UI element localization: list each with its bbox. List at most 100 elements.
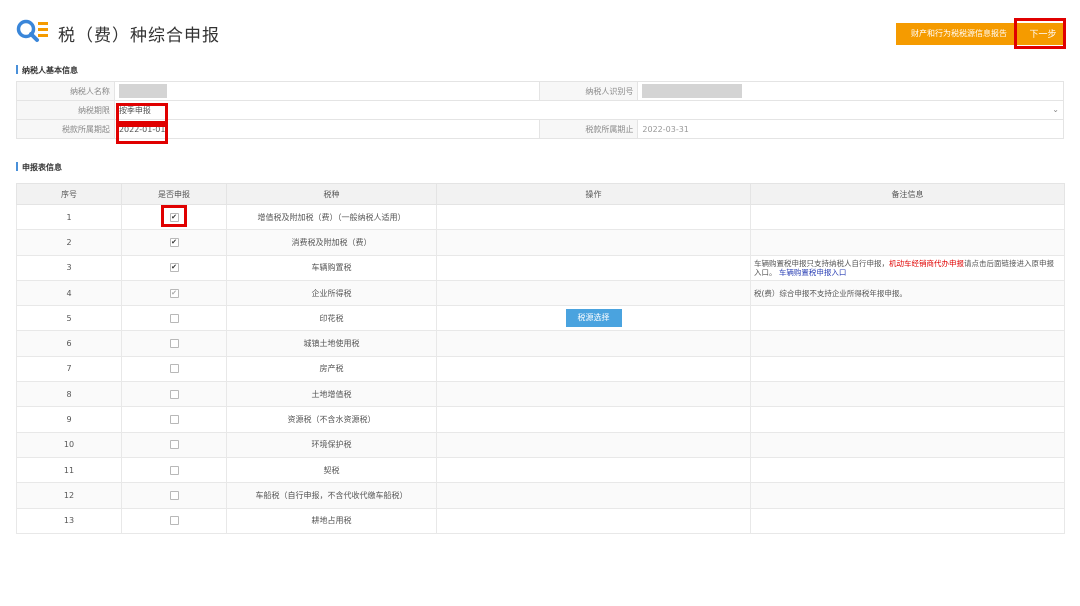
row-number: 9 xyxy=(16,406,122,433)
checkbox-icon[interactable]: ✔ xyxy=(169,212,179,222)
row-number: 10 xyxy=(16,431,122,458)
checkbox-icon[interactable]: ✔ xyxy=(169,288,179,298)
declaration-table: 序号 是否申报 税种 操作 备注信息 1 ✔ 增值税及附加税（费）（一般纳税人适用）… xyxy=(16,183,1065,534)
note-text: 车辆购置税申报只支持纳税人自行申报， xyxy=(754,258,889,268)
operation-cell xyxy=(436,406,751,433)
table-row: 7 房产税 xyxy=(16,355,1065,383)
taxpayer-name-label: 纳税人名称 xyxy=(16,81,115,101)
taxpayer-id-value xyxy=(637,81,1064,101)
tax-name: 印花税 xyxy=(226,305,437,332)
section-bar xyxy=(16,162,18,171)
column-header-note: 备注信息 xyxy=(750,183,1065,205)
table-row: 8 土地增值税 xyxy=(16,381,1065,408)
table-row: 3 ✔ 车辆购置税 车辆购置税申报只支持纳税人自行申报，机动车经销商代办申报请点击后面… xyxy=(16,254,1065,281)
table-row: 10 环境保护税 xyxy=(16,431,1065,458)
note-text: 税(费）综合申报不支持企业所得税年报申报。 xyxy=(754,288,907,298)
declare-checkbox-cell: ✔ xyxy=(121,254,227,281)
operation-cell xyxy=(436,381,751,408)
period-start-value[interactable]: 2022-01-01 xyxy=(113,119,541,139)
checkbox-icon[interactable] xyxy=(169,465,179,475)
row-number: 13 xyxy=(16,507,122,534)
declare-checkbox-cell xyxy=(121,381,227,408)
period-end-value: 2022-03-31 xyxy=(637,119,1064,139)
tax-name: 城镇土地使用税 xyxy=(226,330,437,357)
table-row: 5 印花税 税源选择 xyxy=(16,305,1065,332)
vehicle-tax-entry-link[interactable]: 车辆购置税申报入口 xyxy=(779,268,847,277)
checkbox-icon[interactable] xyxy=(169,415,179,425)
declare-checkbox-cell xyxy=(121,330,227,357)
note-cell xyxy=(750,482,1065,509)
row-number: 2 xyxy=(16,229,122,256)
period-start-label: 税款所属期起 xyxy=(16,119,115,139)
operation-cell xyxy=(436,203,751,231)
note-red-text: 机动车经销商代办申报 xyxy=(889,258,964,268)
declare-checkbox-cell: ✔ xyxy=(121,279,227,307)
declaration-table-body: 1 ✔ 增值税及附加税（费）（一般纳税人适用） 2 ✔ 消费税及附加税（费） 3 ✔ 车辆购置税… xyxy=(16,203,1065,534)
column-header-declare: 是否申报 xyxy=(121,183,227,205)
declaration-section-label: 申报表信息 xyxy=(22,163,62,172)
taxpayer-row-dates: 税款所属期起 2022-01-01 税款所属期止 2022-03-31 xyxy=(16,119,1064,139)
row-number: 4 xyxy=(16,279,122,307)
column-header-no: 序号 xyxy=(16,183,122,205)
chevron-down-icon[interactable]: ⌄ xyxy=(1052,105,1059,114)
note-cell xyxy=(750,406,1065,433)
column-header-operation: 操作 xyxy=(436,183,751,205)
checkbox-icon[interactable] xyxy=(169,516,179,526)
note-cell xyxy=(750,229,1065,256)
checkbox-icon[interactable] xyxy=(169,339,179,349)
tax-name: 契税 xyxy=(226,456,437,484)
checkbox-icon[interactable] xyxy=(169,440,179,450)
tax-period-select[interactable]: 按季申报 ⌄ xyxy=(113,100,1065,120)
tax-name: 环境保护税 xyxy=(226,431,437,458)
checkbox-icon[interactable]: ✔ xyxy=(169,263,179,273)
taxpayer-id-label: 纳税人识别号 xyxy=(539,81,639,101)
checkbox-icon[interactable] xyxy=(169,364,179,374)
checkbox-icon[interactable] xyxy=(169,389,179,399)
checkbox-icon[interactable] xyxy=(169,313,179,323)
note-cell: 税(费）综合申报不支持企业所得税年报申报。 xyxy=(750,279,1065,307)
checkbox-icon[interactable] xyxy=(169,490,179,500)
tax-name: 企业所得税 xyxy=(226,279,437,307)
note-cell xyxy=(750,305,1065,332)
note-cell xyxy=(750,355,1065,383)
declare-checkbox-cell: ✔ xyxy=(121,203,227,231)
note-cell xyxy=(750,431,1065,458)
operation-cell xyxy=(436,482,751,509)
table-row: 12 车船税（自行申报，不含代收代缴车船税） xyxy=(16,482,1065,509)
table-row: 2 ✔ 消费税及附加税（费） xyxy=(16,229,1065,256)
tax-source-report-button[interactable]: 财产和行为税税源信息报告 xyxy=(896,23,1022,45)
source-select-button[interactable]: 税源选择 xyxy=(565,309,622,328)
table-row: 1 ✔ 增值税及附加税（费）（一般纳税人适用） xyxy=(16,203,1065,231)
operation-cell xyxy=(436,431,751,458)
next-step-button[interactable]: 下一步 xyxy=(1020,23,1066,45)
taxpayer-info-table: 纳税人名称 纳税人识别号 纳税期限 按季申报 ⌄ 税款所属期起 2022-01-… xyxy=(16,81,1065,139)
operation-cell xyxy=(436,229,751,256)
row-number: 12 xyxy=(16,482,122,509)
checkbox-icon[interactable]: ✔ xyxy=(169,237,179,247)
tax-name: 土地增值税 xyxy=(226,381,437,408)
tax-name: 车辆购置税 xyxy=(226,254,437,281)
page-header: 税（费）种综合申报 财产和行为税税源信息报告 下一步 xyxy=(16,16,1066,48)
tax-period-label: 纳税期限 xyxy=(16,100,115,120)
declare-checkbox-cell xyxy=(121,507,227,534)
taxpayer-row-name: 纳税人名称 纳税人识别号 xyxy=(16,81,1064,101)
declare-checkbox-cell xyxy=(121,431,227,458)
taxpayer-name-value xyxy=(113,81,541,101)
row-number: 11 xyxy=(16,456,122,484)
declaration-section-title: 申报表信息 xyxy=(16,162,62,173)
operation-cell xyxy=(436,254,751,281)
redacted-id xyxy=(642,84,743,98)
tax-name: 车船税（自行申报，不含代收代缴车船税） xyxy=(226,482,437,509)
redacted-name xyxy=(118,84,167,98)
operation-cell xyxy=(436,507,751,534)
note-cell xyxy=(750,507,1065,534)
row-number: 7 xyxy=(16,355,122,383)
period-end-label: 税款所属期止 xyxy=(539,119,639,139)
declare-checkbox-cell: ✔ xyxy=(121,229,227,256)
table-row: 4 ✔ 企业所得税 税(费）综合申报不支持企业所得税年报申报。 xyxy=(16,279,1065,307)
row-number: 1 xyxy=(16,203,122,231)
declare-checkbox-cell xyxy=(121,305,227,332)
search-magnifier-list-icon xyxy=(16,19,48,42)
note-cell xyxy=(750,381,1065,408)
note-cell: 车辆购置税申报只支持纳税人自行申报，机动车经销商代办申报请点击后面链接进入原申报… xyxy=(750,254,1065,281)
